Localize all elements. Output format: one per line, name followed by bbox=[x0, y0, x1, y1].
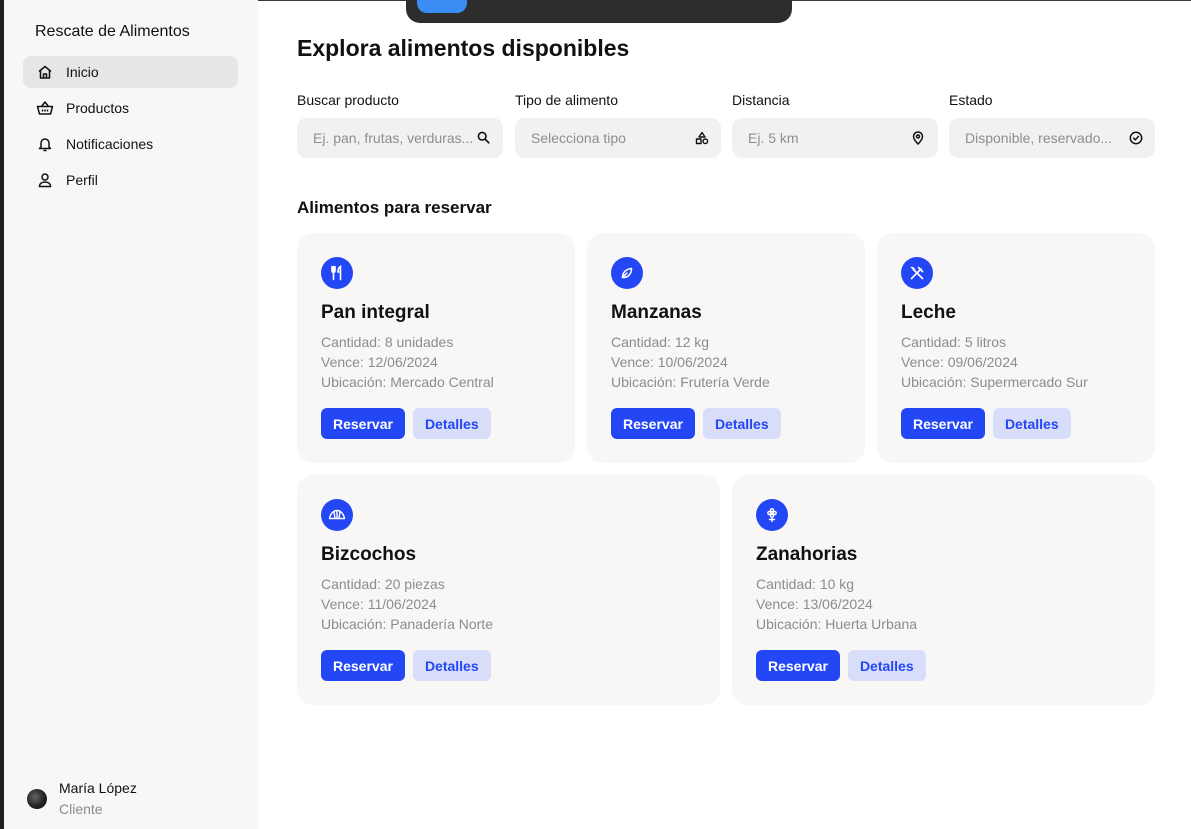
sidebar-nav: Inicio Productos Notificaciones Perfil bbox=[23, 56, 238, 200]
card-title: Bizcochos bbox=[321, 544, 417, 565]
card-actions: Reservar Detalles bbox=[321, 408, 491, 439]
page-title: Explora alimentos disponibles bbox=[297, 35, 630, 61]
bell-icon bbox=[36, 135, 54, 153]
check-circle-icon[interactable] bbox=[1129, 131, 1143, 145]
card-expiry: Vence: 10/06/2024 bbox=[611, 354, 728, 370]
card-expiry: Vence: 11/06/2024 bbox=[321, 596, 437, 612]
search-field[interactable] bbox=[297, 118, 503, 158]
fork-knife-crossed-icon bbox=[901, 257, 933, 289]
sidebar-item-productos[interactable]: Productos bbox=[23, 92, 238, 124]
card-actions: Reservar Detalles bbox=[901, 408, 1071, 439]
card-actions: Reservar Detalles bbox=[321, 650, 491, 681]
basket-icon bbox=[36, 99, 54, 117]
details-button[interactable]: Detalles bbox=[412, 408, 491, 439]
card-expiry: Vence: 13/06/2024 bbox=[756, 596, 873, 612]
food-card: Manzanas Cantidad: 12 kg Vence: 10/06/20… bbox=[587, 233, 865, 463]
card-expiry: Vence: 12/06/2024 bbox=[321, 354, 438, 370]
sidebar: Rescate de Alimentos Inicio Productos No… bbox=[4, 0, 258, 829]
filter-label: Distancia bbox=[732, 92, 790, 108]
screen-share-bar[interactable] bbox=[406, 0, 792, 23]
food-card: Leche Cantidad: 5 litros Vence: 09/06/20… bbox=[877, 233, 1155, 463]
details-button[interactable]: Detalles bbox=[992, 408, 1071, 439]
details-button[interactable]: Detalles bbox=[702, 408, 781, 439]
card-location: Ubicación: Huerta Urbana bbox=[756, 616, 918, 632]
filter-label: Estado bbox=[949, 92, 993, 108]
details-button[interactable]: Detalles bbox=[412, 650, 491, 681]
search-input[interactable] bbox=[313, 130, 473, 146]
card-location: Ubicación: Mercado Central bbox=[321, 374, 494, 390]
status-input[interactable] bbox=[965, 130, 1125, 146]
search-icon[interactable] bbox=[477, 131, 491, 145]
reserve-button[interactable]: Reservar bbox=[611, 408, 695, 439]
shapes-icon[interactable] bbox=[695, 131, 709, 145]
card-location: Ubicación: Frutería Verde bbox=[611, 374, 770, 390]
distance-field[interactable] bbox=[732, 118, 938, 158]
food-card: Zanahorias Cantidad: 10 kg Vence: 13/06/… bbox=[732, 475, 1155, 705]
card-quantity: Cantidad: 5 litros bbox=[901, 334, 1007, 350]
details-button[interactable]: Detalles bbox=[847, 650, 926, 681]
leaf-icon bbox=[611, 257, 643, 289]
food-card: Pan integral Cantidad: 8 unidades Vence:… bbox=[297, 233, 575, 463]
filter-status: Estado bbox=[949, 91, 1155, 158]
reserve-button[interactable]: Reservar bbox=[756, 650, 840, 681]
map-pin-icon[interactable] bbox=[912, 131, 926, 145]
croissant-icon bbox=[321, 499, 353, 531]
screen-share-indicator[interactable] bbox=[417, 0, 467, 13]
section-title: Alimentos para reservar bbox=[297, 198, 492, 217]
card-title: Manzanas bbox=[611, 302, 702, 323]
home-icon bbox=[36, 63, 54, 81]
card-quantity: Cantidad: 20 piezas bbox=[321, 576, 445, 592]
food-card: Bizcochos Cantidad: 20 piezas Vence: 11/… bbox=[297, 475, 720, 705]
card-quantity: Cantidad: 12 kg bbox=[611, 334, 710, 350]
card-quantity: Cantidad: 10 kg bbox=[756, 576, 855, 592]
user-icon bbox=[36, 171, 54, 189]
distance-input[interactable] bbox=[748, 130, 908, 146]
card-quantity: Cantidad: 8 unidades bbox=[321, 334, 454, 350]
sidebar-item-label: Productos bbox=[66, 100, 130, 116]
reserve-button[interactable]: Reservar bbox=[321, 650, 405, 681]
card-location: Ubicación: Panadería Norte bbox=[321, 616, 493, 632]
sidebar-item-label: Notificaciones bbox=[66, 136, 154, 152]
card-title: Zanahorias bbox=[756, 544, 858, 565]
food-type-input[interactable] bbox=[531, 130, 691, 146]
food-type-select[interactable] bbox=[515, 118, 721, 158]
filter-label: Buscar producto bbox=[297, 92, 399, 108]
card-location: Ubicación: Supermercado Sur bbox=[901, 374, 1088, 390]
filter-type: Tipo de alimento bbox=[515, 91, 721, 158]
card-title: Leche bbox=[901, 302, 956, 323]
status-field[interactable] bbox=[949, 118, 1155, 158]
user-profile[interactable]: María López Cliente bbox=[27, 778, 137, 820]
filter-search: Buscar producto bbox=[297, 91, 503, 158]
reserve-button[interactable]: Reservar bbox=[321, 408, 405, 439]
app-title: Rescate de Alimentos bbox=[35, 23, 190, 40]
reserve-button[interactable]: Reservar bbox=[901, 408, 985, 439]
sidebar-item-inicio[interactable]: Inicio bbox=[23, 56, 238, 88]
sidebar-item-label: Inicio bbox=[66, 64, 99, 80]
card-expiry: Vence: 09/06/2024 bbox=[901, 354, 1018, 370]
avatar bbox=[27, 789, 47, 809]
sidebar-item-label: Perfil bbox=[66, 172, 98, 188]
card-title: Pan integral bbox=[321, 302, 430, 323]
flower-icon bbox=[756, 499, 788, 531]
card-actions: Reservar Detalles bbox=[611, 408, 781, 439]
filter-distance: Distancia bbox=[732, 91, 938, 158]
utensils-icon bbox=[321, 257, 353, 289]
sidebar-item-perfil[interactable]: Perfil bbox=[23, 164, 238, 196]
user-role: Cliente bbox=[59, 801, 103, 817]
filter-label: Tipo de alimento bbox=[515, 92, 618, 108]
sidebar-item-notificaciones[interactable]: Notificaciones bbox=[23, 128, 238, 160]
card-actions: Reservar Detalles bbox=[756, 650, 926, 681]
user-name: María López bbox=[59, 780, 137, 796]
